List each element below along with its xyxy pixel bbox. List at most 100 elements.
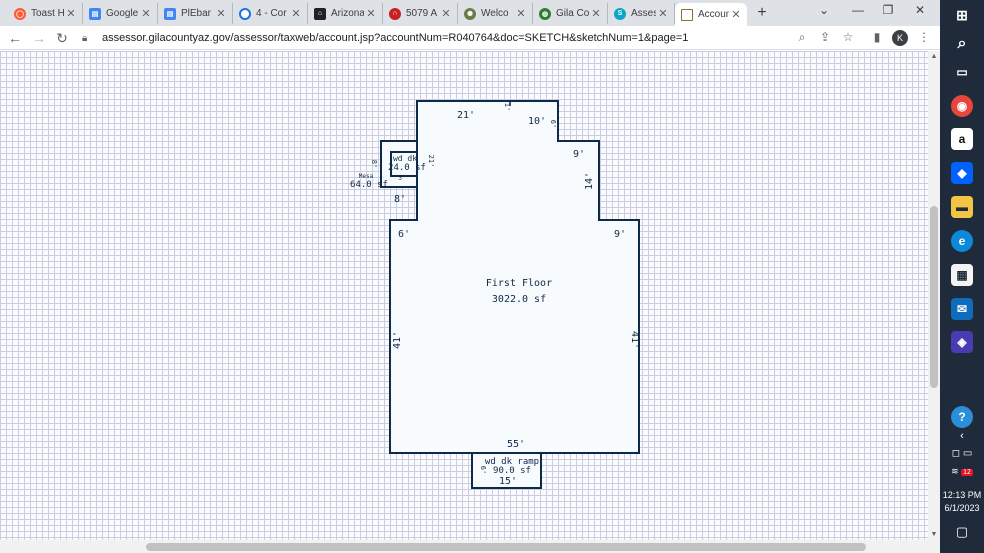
- dim-right-41: 41': [629, 331, 640, 349]
- tab-label: Toast H: [31, 8, 64, 19]
- tab-welcome[interactable]: ✺ Welco ✕: [458, 3, 533, 24]
- redfin-icon: ∩: [389, 7, 401, 20]
- store-icon[interactable]: ▦: [951, 264, 973, 286]
- close-icon[interactable]: ✕: [656, 7, 670, 20]
- clock-date[interactable]: 6/1/2023: [940, 503, 984, 513]
- menu-kebab-icon[interactable]: ⋮: [916, 30, 932, 44]
- chevron-up-icon[interactable]: ‹: [940, 430, 984, 442]
- document-icon: [681, 8, 693, 21]
- copilot-icon[interactable]: ◈: [951, 331, 973, 353]
- window-close-icon[interactable]: ✕: [910, 3, 930, 17]
- toast-icon: ◯: [14, 7, 26, 20]
- ramp-area: 90.0 sf: [493, 466, 531, 476]
- zoom-icon[interactable]: ⌕: [794, 30, 810, 45]
- restore-icon[interactable]: ❐: [878, 3, 898, 17]
- vertical-scrollbar[interactable]: ▲ ▼: [928, 51, 940, 540]
- scroll-down-icon[interactable]: ▼: [928, 531, 940, 538]
- wifi-icon: ≋: [951, 466, 959, 476]
- dim-top-10: 10': [528, 116, 546, 127]
- reload-icon[interactable]: ↻: [53, 29, 71, 47]
- tab-label: Assess: [631, 8, 656, 19]
- ramp-side: 6': [479, 466, 487, 474]
- close-icon[interactable]: ✕: [729, 8, 743, 21]
- dropbox-icon[interactable]: ◆: [951, 162, 973, 184]
- close-icon[interactable]: ✕: [439, 7, 453, 20]
- google-docs-icon: ▤: [89, 7, 101, 20]
- horizontal-scrollbar[interactable]: [0, 540, 940, 553]
- dim-small-6: 6': [549, 120, 557, 128]
- close-icon[interactable]: ✕: [514, 7, 528, 20]
- windows-taskbar: ⊞ ⌕ ▭ ◉ a ◆ ▬ e ▦ ✉ ◈ ? ‹ ◻ ▭ ≋ 12 12:13…: [940, 0, 984, 553]
- zillow-icon: ⌂: [314, 7, 326, 20]
- amazon-icon[interactable]: a: [951, 128, 973, 150]
- tab-label: Accoun: [698, 9, 729, 20]
- close-icon[interactable]: ✕: [364, 7, 378, 20]
- close-icon[interactable]: ✕: [289, 7, 303, 20]
- ramp-width: 15': [499, 476, 517, 487]
- minimize-icon[interactable]: —: [848, 3, 868, 17]
- file-explorer-icon[interactable]: ▬: [951, 196, 973, 218]
- assessor-icon: S: [614, 7, 626, 20]
- edge-icon[interactable]: e: [951, 230, 973, 252]
- dim-right-9b: 9': [614, 229, 626, 240]
- dim-right-9: 9': [573, 149, 585, 160]
- tab-5079[interactable]: ∩ 5079 A ✕: [383, 3, 458, 24]
- address-bar[interactable]: 🔒︎ assessor.gilacountyaz.gov/assessor/ta…: [82, 28, 862, 48]
- chevron-down-icon[interactable]: ⌄: [814, 3, 834, 17]
- tab-label: 5079 A: [406, 8, 438, 19]
- share-icon[interactable]: ⇪: [817, 30, 833, 44]
- sketch-viewport: 21' 10' 6' 1' 9' 14' 8' 6' 9' 41' 41' 55…: [0, 51, 928, 540]
- profile-avatar[interactable]: K: [892, 30, 908, 46]
- tab-label: 4 - Cor: [256, 8, 287, 19]
- close-icon[interactable]: ✕: [139, 7, 153, 20]
- back-arrow-icon[interactable]: ←: [6, 29, 24, 47]
- tab-label: PlEbar: [181, 8, 212, 19]
- circle-icon: [239, 7, 251, 20]
- forward-arrow-icon[interactable]: →: [30, 29, 48, 47]
- search-icon[interactable]: ⌕: [951, 33, 973, 55]
- tray-icons[interactable]: ◻ ▭: [940, 448, 984, 459]
- tab-arizona[interactable]: ⌂ Arizona ✕: [308, 3, 383, 24]
- bookmark-star-icon[interactable]: ☆: [840, 30, 856, 44]
- new-tab-plus-icon[interactable]: +: [752, 4, 772, 22]
- browser-window: ◯ Toast H ✕ ▤ Google ✕ ▤ PlEbar ✕ 4 - Co…: [0, 0, 940, 553]
- wd-deck-area: 24.0 sf: [388, 163, 426, 173]
- close-icon[interactable]: ✕: [214, 7, 228, 20]
- deck-dim-3: 3': [398, 175, 405, 182]
- main-area-sf: 3022.0 sf: [492, 294, 546, 305]
- tab-account[interactable]: Accoun ✕: [675, 3, 747, 26]
- dim-left-6: 6': [398, 229, 410, 240]
- action-center-icon[interactable]: ▢: [940, 524, 984, 540]
- mail-icon[interactable]: ✉: [951, 298, 973, 320]
- tab-cor[interactable]: 4 - Cor ✕: [233, 3, 308, 24]
- tab-assessor[interactable]: S Assess ✕: [608, 3, 675, 24]
- clock-time[interactable]: 12:13 PM: [940, 490, 984, 500]
- browser-toolbar: ← → ↻ 🔒︎ assessor.gilacountyaz.gov/asses…: [0, 26, 940, 50]
- horizontal-scroll-thumb[interactable]: [146, 543, 866, 551]
- dim-small-1: 1': [503, 103, 511, 111]
- notification-badge: 12: [961, 469, 973, 476]
- tab-label: Google: [106, 8, 139, 19]
- windows-start-icon[interactable]: ⊞: [951, 4, 973, 26]
- tab-gila[interactable]: ◍ Gila Co ✕: [533, 3, 608, 24]
- floor-plan-sketch: 21' 10' 6' 1' 9' 14' 8' 6' 9' 41' 41' 55…: [350, 100, 640, 489]
- help-icon[interactable]: ?: [951, 406, 973, 428]
- tab-toast[interactable]: ◯ Toast H ✕: [8, 3, 83, 24]
- tab-label: Welco: [481, 8, 509, 19]
- scroll-up-icon[interactable]: ▲: [928, 53, 940, 60]
- close-icon[interactable]: ✕: [64, 7, 78, 20]
- chrome-icon[interactable]: ◉: [951, 95, 973, 117]
- mesa-area: 64.0 sf: [350, 180, 388, 190]
- tab-plebar[interactable]: ▤ PlEbar ✕: [158, 3, 233, 24]
- dim-bottom-55: 55': [507, 439, 525, 450]
- side-panel-icon[interactable]: ▮: [869, 30, 885, 44]
- mesa-label: Mesa: [359, 173, 374, 180]
- vertical-scroll-thumb[interactable]: [930, 206, 938, 388]
- task-view-icon[interactable]: ▭: [951, 61, 973, 83]
- lock-icon: 🔒︎: [82, 32, 88, 44]
- network-icon[interactable]: ≋ 12: [940, 466, 984, 477]
- dim-right-14: 14': [584, 172, 595, 190]
- close-icon[interactable]: ✕: [589, 7, 603, 20]
- main-area-label: First Floor: [486, 278, 552, 289]
- tab-google[interactable]: ▤ Google ✕: [83, 3, 158, 24]
